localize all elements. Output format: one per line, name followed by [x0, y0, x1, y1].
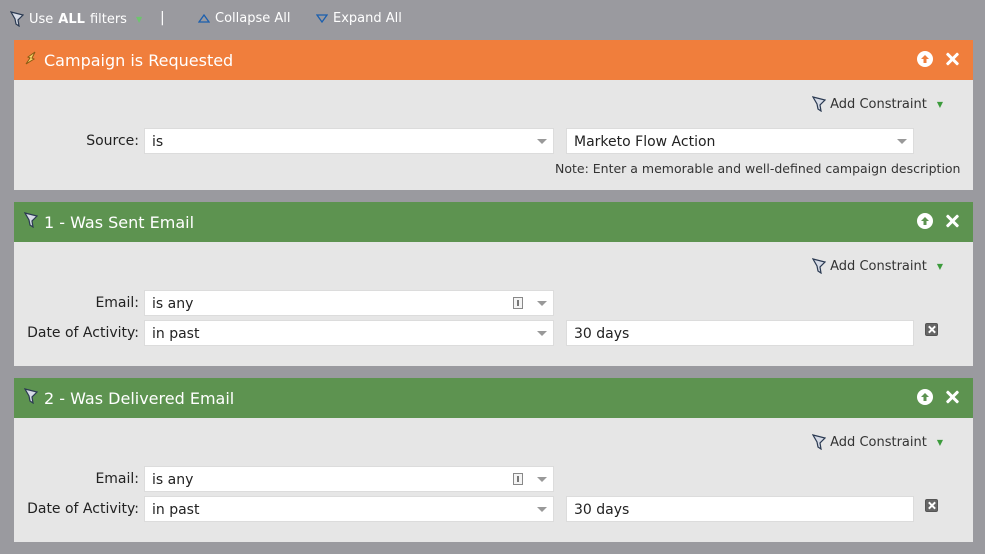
operator-value: in past	[152, 502, 200, 518]
date-value-input[interactable]: 30 days	[566, 496, 914, 522]
date-operator-select[interactable]: in past	[144, 496, 554, 522]
add-constraint-button[interactable]: Add Constraint ▼	[812, 96, 943, 112]
use-label: Use	[29, 11, 54, 27]
caret-down-icon	[897, 139, 907, 144]
close-icon[interactable]	[945, 52, 959, 66]
dropdown-arrow-icon: ▼	[936, 99, 943, 109]
source-value-select[interactable]: Marketo Flow Action	[566, 128, 914, 154]
email-label: Email:	[95, 295, 139, 311]
trigger-bolt-icon	[24, 50, 38, 70]
date-value-input[interactable]: 30 days	[566, 320, 914, 346]
source-value: Marketo Flow Action	[574, 134, 716, 150]
caret-down-icon	[537, 139, 547, 144]
email-operator-select[interactable]: is any	[144, 290, 554, 316]
panel-title: 2 - Was Delivered Email	[44, 388, 235, 408]
funnel-icon	[812, 434, 827, 450]
filter-funnel-icon	[23, 212, 39, 232]
date-of-activity-label: Date of Activity:	[27, 325, 139, 341]
panel-title: Campaign is Requested	[44, 50, 234, 70]
add-constraint-label: Add Constraint	[830, 258, 927, 274]
use-filters-label: filters	[89, 11, 127, 27]
add-constraint-label: Add Constraint	[830, 96, 927, 112]
close-icon[interactable]	[945, 214, 959, 228]
collapse-all-label: Collapse All	[215, 11, 291, 26]
funnel-icon	[812, 96, 827, 112]
add-constraint-button[interactable]: Add Constraint ▼	[812, 434, 943, 450]
move-up-icon[interactable]	[917, 51, 933, 67]
funnel-icon	[812, 258, 827, 274]
dropdown-arrow-icon: ▼	[936, 261, 943, 271]
trigger-panel-header[interactable]: Campaign is Requested	[14, 40, 973, 80]
add-constraint-label: Add Constraint	[830, 434, 927, 450]
date-value: 30 days	[574, 502, 630, 518]
collapse-all-button[interactable]: Collapse All	[198, 11, 291, 26]
filter-toolbar: Use ALL filters ▼ | Collapse All Expand …	[0, 0, 985, 38]
operator-value: is any	[152, 296, 194, 312]
trigger-panel: Campaign is Requested Add Constraint ▼ S…	[14, 40, 973, 190]
close-icon[interactable]	[945, 390, 959, 404]
expand-triangle-icon	[316, 14, 328, 23]
caret-down-icon	[537, 301, 547, 306]
filter-panel-delivered-email: 2 - Was Delivered Email Add Constraint ▼…	[14, 378, 973, 542]
caret-down-icon	[537, 507, 547, 512]
remove-constraint-icon[interactable]	[925, 499, 938, 512]
collapse-triangle-icon	[198, 14, 210, 23]
use-all-filters-menu[interactable]: Use ALL filters ▼	[10, 11, 142, 27]
caret-down-icon	[537, 477, 547, 482]
source-label: Source:	[86, 133, 139, 149]
date-of-activity-label: Date of Activity:	[27, 501, 139, 517]
dropdown-arrow-icon: ▼	[135, 14, 143, 24]
source-operator-select[interactable]: is	[144, 128, 554, 154]
operator-value: is	[152, 134, 164, 150]
panel-title: 1 - Was Sent Email	[44, 212, 195, 232]
email-label: Email:	[95, 471, 139, 487]
filter-panel-sent-email: 1 - Was Sent Email Add Constraint ▼ Emai…	[14, 202, 973, 366]
date-value: 30 days	[574, 326, 630, 342]
expand-all-button[interactable]: Expand All	[316, 11, 402, 26]
toolbar-separator: |	[160, 10, 165, 26]
use-all-strong: ALL	[58, 11, 85, 27]
move-up-icon[interactable]	[917, 213, 933, 229]
filter-panel-header[interactable]: 2 - Was Delivered Email	[14, 378, 973, 418]
filter-panel-header[interactable]: 1 - Was Sent Email	[14, 202, 973, 242]
campaign-note: Note: Enter a memorable and well-defined…	[555, 161, 961, 176]
asset-picker-icon[interactable]	[513, 297, 523, 309]
asset-picker-icon[interactable]	[513, 473, 523, 485]
operator-value: in past	[152, 326, 200, 342]
date-operator-select[interactable]: in past	[144, 320, 554, 346]
add-constraint-button[interactable]: Add Constraint ▼	[812, 258, 943, 274]
move-up-icon[interactable]	[917, 389, 933, 405]
expand-all-label: Expand All	[333, 11, 402, 26]
caret-down-icon	[537, 331, 547, 336]
remove-constraint-icon[interactable]	[925, 323, 938, 336]
funnel-icon	[10, 11, 24, 27]
operator-value: is any	[152, 472, 194, 488]
email-operator-select[interactable]: is any	[144, 466, 554, 492]
filter-funnel-icon	[23, 388, 39, 408]
dropdown-arrow-icon: ▼	[936, 437, 943, 447]
